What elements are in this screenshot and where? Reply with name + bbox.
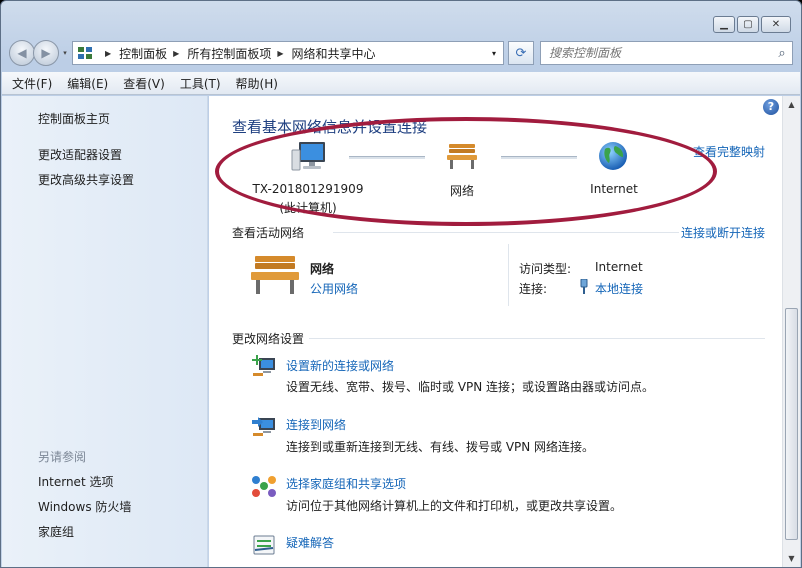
- breadcrumb-separator-icon: ▶: [173, 48, 180, 58]
- maximize-button[interactable]: ▢: [737, 16, 759, 33]
- task-setup-connection-desc: 设置无线、宽带、拨号、临时或 VPN 连接；或设置路由器或访问点。: [286, 380, 655, 394]
- task-connect-network-desc: 连接到或重新连接到无线、有线、拨号或 VPN 网络连接。: [286, 440, 595, 454]
- connection-label: 连接:: [519, 282, 548, 296]
- active-network-name: 网络: [310, 262, 335, 276]
- vertical-scrollbar[interactable]: ▲ ▼: [782, 96, 800, 567]
- breadcrumb-control-panel[interactable]: 控制面板: [119, 45, 167, 62]
- left-link-homegroup[interactable]: 家庭组: [38, 523, 74, 540]
- back-button[interactable]: ◀: [9, 40, 35, 66]
- task-troubleshoot-link[interactable]: 疑难解答: [286, 534, 334, 551]
- access-type-value: Internet: [595, 260, 643, 274]
- task-homegroup-desc: 访问位于其他网络计算机上的文件和打印机，或更改共享设置。: [286, 499, 623, 513]
- left-link-advanced-sharing[interactable]: 更改高级共享设置: [38, 171, 134, 188]
- section-divider: [333, 232, 679, 233]
- left-navigation-pane: 控制面板主页 更改适配器设置 更改高级共享设置 另请参阅 Internet 选项…: [2, 96, 208, 567]
- change-settings-header: 更改网络设置: [232, 332, 305, 346]
- ethernet-plug-icon: [580, 279, 588, 294]
- see-also-header: 另请参阅: [38, 450, 87, 464]
- caption-buttons: ▁ ▢ ✕: [713, 16, 791, 33]
- recent-pages-dropdown[interactable]: ▾: [60, 49, 70, 57]
- annotation-ellipse: [215, 117, 717, 226]
- connect-disconnect-link[interactable]: 连接或断开连接: [681, 224, 765, 241]
- breadcrumb-all-items[interactable]: 所有控制面板项: [187, 45, 271, 62]
- scroll-down-icon[interactable]: ▼: [783, 550, 800, 567]
- active-networks-header: 查看活动网络: [232, 226, 305, 240]
- minimize-button[interactable]: ▁: [713, 16, 735, 33]
- menu-bar: 文件(F) 编辑(E) 查看(V) 工具(T) 帮助(H): [2, 72, 800, 95]
- local-connection-link[interactable]: 本地连接: [595, 280, 643, 297]
- task-connect-network-link[interactable]: 连接到网络: [286, 416, 346, 433]
- search-box[interactable]: ⌕: [540, 41, 793, 65]
- left-link-control-panel-home[interactable]: 控制面板主页: [38, 110, 110, 127]
- address-dropdown-icon[interactable]: ▾: [485, 49, 503, 58]
- breadcrumb-separator-icon: ▶: [277, 48, 284, 58]
- left-link-windows-firewall[interactable]: Windows 防火墙: [38, 498, 131, 515]
- troubleshoot-icon: [253, 535, 275, 555]
- new-connection-icon: [252, 355, 275, 376]
- breadcrumb: ▶ 控制面板 ▶ 所有控制面板项 ▶ 网络和共享中心: [99, 45, 376, 62]
- navigation-bar: ◀ ▶ ▾ ▶ 控制面板 ▶ 所有控制面板项 ▶ 网络和共享中心 ▾ ⟳ ⌕: [9, 39, 793, 67]
- left-link-change-adapter[interactable]: 更改适配器设置: [38, 146, 122, 163]
- search-icon[interactable]: ⌕: [772, 46, 792, 61]
- search-input[interactable]: [549, 46, 772, 60]
- access-type-label: 访问类型:: [519, 262, 572, 276]
- help-icon[interactable]: ?: [763, 99, 779, 115]
- control-panel-icon: [78, 47, 92, 59]
- breadcrumb-network-center[interactable]: 网络和共享中心: [292, 45, 376, 62]
- refresh-button[interactable]: ⟳: [508, 41, 534, 65]
- forward-button[interactable]: ▶: [33, 40, 59, 66]
- address-bar[interactable]: ▶ 控制面板 ▶ 所有控制面板项 ▶ 网络和共享中心 ▾: [72, 41, 504, 65]
- task-setup-connection-link[interactable]: 设置新的连接或网络: [286, 357, 394, 374]
- control-panel-window: ▁ ▢ ✕ ◀ ▶ ▾ ▶ 控制面板 ▶ 所有控制面板项 ▶ 网络和共享中心 ▾…: [0, 0, 802, 568]
- public-network-link[interactable]: 公用网络: [310, 280, 358, 297]
- scroll-up-icon[interactable]: ▲: [783, 96, 800, 113]
- breadcrumb-separator-icon: ▶: [105, 48, 112, 58]
- left-link-internet-options[interactable]: Internet 选项: [38, 473, 113, 490]
- section-divider: [309, 338, 765, 339]
- connect-network-icon: [252, 417, 275, 436]
- menu-edit[interactable]: 编辑(E): [67, 75, 108, 92]
- bench-active-network-icon: [251, 256, 299, 294]
- homegroup-icon: [252, 476, 276, 497]
- menu-file[interactable]: 文件(F): [12, 75, 52, 92]
- vertical-divider: [508, 244, 509, 306]
- menu-help[interactable]: 帮助(H): [236, 75, 278, 92]
- scrollbar-thumb[interactable]: [785, 308, 798, 540]
- menu-tools[interactable]: 工具(T): [180, 75, 221, 92]
- task-homegroup-link[interactable]: 选择家庭组和共享选项: [286, 475, 406, 492]
- menu-view[interactable]: 查看(V): [123, 75, 165, 92]
- main-content: ? 查看基本网络信息并设置连接 查看完整映射 TX-201801291909 (…: [209, 96, 782, 567]
- close-button[interactable]: ✕: [761, 16, 791, 33]
